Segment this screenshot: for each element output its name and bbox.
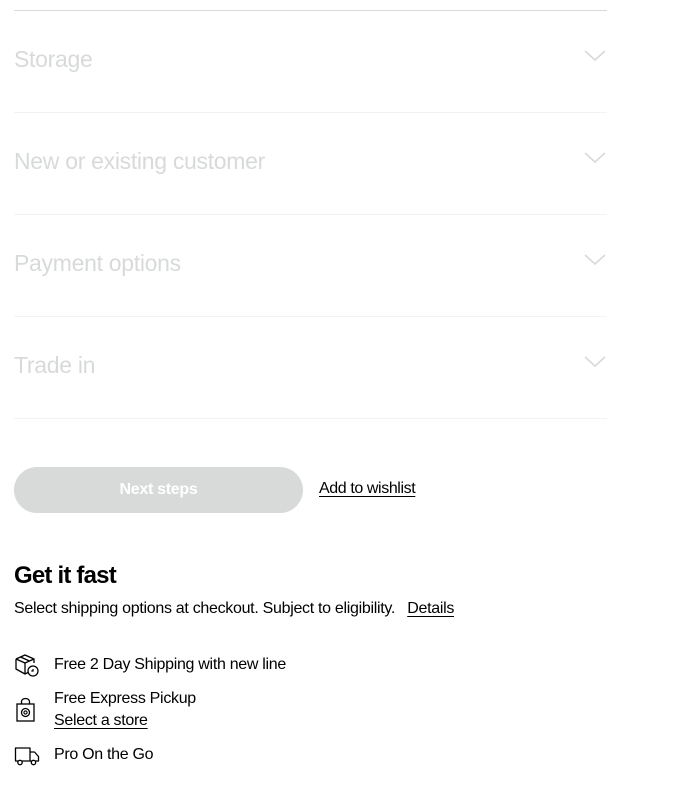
shopping-bag-icon bbox=[16, 697, 35, 722]
details-link[interactable]: Details bbox=[407, 600, 454, 617]
next-steps-button[interactable]: Next steps bbox=[14, 467, 303, 513]
accordion-label: Storage bbox=[14, 46, 93, 72]
chevron-down-icon bbox=[584, 152, 606, 164]
shipping-description-text: Select shipping options at checkout. Sub… bbox=[14, 600, 396, 617]
free-express-pickup-text: Free Express Pickup bbox=[54, 690, 196, 707]
accordion-storage[interactable]: Storage bbox=[14, 11, 607, 113]
accordion-label: Payment options bbox=[14, 250, 181, 276]
config-accordion: Storage New or existing customer Payment… bbox=[14, 11, 607, 419]
pro-on-the-go-text: Pro On the Go bbox=[54, 746, 154, 763]
chevron-down-icon bbox=[584, 356, 606, 368]
get-it-fast-heading: Get it fast bbox=[14, 562, 117, 589]
shipping-description: Select shipping options at checkout. Sub… bbox=[14, 599, 454, 619]
action-row: Next steps Add to wishlist bbox=[14, 467, 614, 513]
add-to-wishlist-link[interactable]: Add to wishlist bbox=[319, 480, 416, 498]
accordion-customer-type[interactable]: New or existing customer bbox=[14, 113, 607, 215]
select-a-store-link[interactable]: Select a store bbox=[54, 711, 148, 731]
accordion-label: Trade in bbox=[14, 352, 96, 378]
accordion-trade-in[interactable]: Trade in bbox=[14, 317, 607, 419]
product-config-page: Storage New or existing customer Payment… bbox=[0, 0, 682, 796]
chevron-down-icon bbox=[584, 50, 606, 62]
shipping-box-icon bbox=[15, 654, 39, 677]
chevron-down-icon bbox=[584, 254, 606, 266]
accordion-payment-options[interactable]: Payment options bbox=[14, 215, 607, 317]
delivery-truck-icon bbox=[14, 747, 40, 766]
accordion-label: New or existing customer bbox=[14, 148, 265, 174]
free-2-day-shipping-text: Free 2 Day Shipping with new line bbox=[54, 656, 287, 673]
